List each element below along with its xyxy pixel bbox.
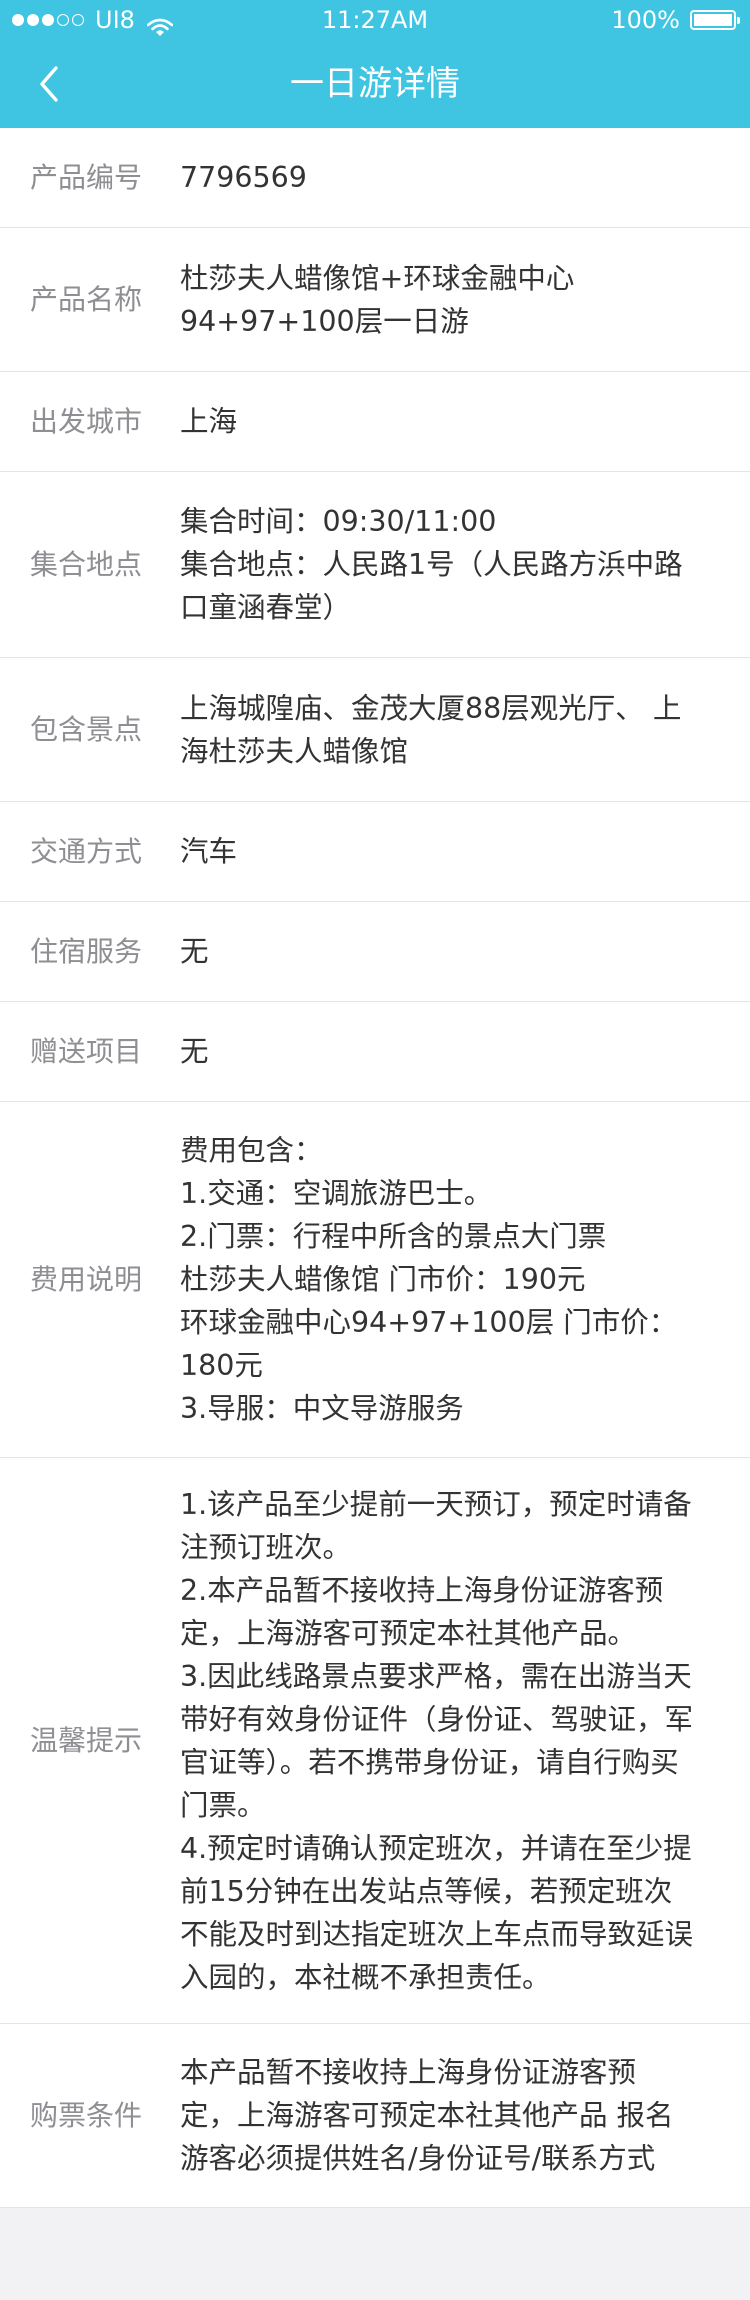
- detail-value: 杜莎夫人蜡像馆+环球金融中心 94+97+100层一日游: [180, 261, 575, 338]
- chevron-left-icon: [40, 66, 58, 102]
- detail-label: 费用说明: [30, 1263, 143, 1296]
- detail-value: 7796569: [180, 161, 307, 194]
- detail-value: 1.该产品至少提前一天预订，预定时请备 注预订班次。 2.本产品暂不接收持上海身…: [180, 1487, 694, 1994]
- detail-label: 交通方式: [30, 835, 143, 868]
- detail-value: 本产品暂不接收持上海身份证游客预 定，上海游客可预定本社其他产品 报名 游客必须…: [180, 2056, 674, 2175]
- status-bar: UI8 11:27AM 100%: [0, 0, 750, 40]
- back-button[interactable]: [20, 54, 80, 114]
- detail-label: 温馨提示: [30, 1724, 143, 1757]
- detail-row-fees: 费用说明 费用包含： 1.交通：空调旅游巴士。 2.门票：行程中所含的景点大门票…: [0, 1102, 750, 1458]
- battery-level-fill: [694, 14, 732, 26]
- detail-value: 汽车: [180, 835, 238, 868]
- detail-label: 出发城市: [30, 405, 143, 438]
- detail-value: 无: [180, 1035, 209, 1068]
- detail-row-product-name: 产品名称 杜莎夫人蜡像馆+环球金融中心 94+97+100层一日游: [0, 228, 750, 372]
- page-title: 一日游详情: [290, 64, 460, 104]
- detail-label: 住宿服务: [30, 935, 143, 968]
- detail-row-purchase-conditions: 购票条件 本产品暂不接收持上海身份证游客预 定，上海游客可预定本社其他产品 报名…: [0, 2024, 750, 2208]
- detail-value: 集合时间：09:30/11:00 集合地点：人民路1号（人民路方浜中路 口童涵春…: [180, 505, 683, 624]
- detail-row-gifts: 赠送项目 无: [0, 1002, 750, 1102]
- battery-icon: [690, 10, 740, 30]
- status-right: 100%: [611, 0, 740, 40]
- detail-label: 赠送项目: [30, 1035, 143, 1068]
- detail-label: 产品编号: [30, 161, 143, 194]
- detail-list: 产品编号 7796569 产品名称 杜莎夫人蜡像馆+环球金融中心 94+97+1…: [0, 128, 750, 2208]
- battery-percent: 100%: [611, 6, 680, 34]
- detail-value: 费用包含： 1.交通：空调旅游巴士。 2.门票：行程中所含的景点大门票 杜莎夫人…: [180, 1134, 678, 1425]
- detail-value: 无: [180, 935, 209, 968]
- app-header: UI8 11:27AM 100% 一日游详情: [0, 0, 750, 128]
- detail-row-accommodation: 住宿服务 无: [0, 902, 750, 1002]
- detail-row-meeting-point: 集合地点 集合时间：09:30/11:00 集合地点：人民路1号（人民路方浜中路…: [0, 472, 750, 658]
- detail-label: 包含景点: [30, 713, 143, 746]
- detail-label: 购票条件: [30, 2099, 143, 2132]
- detail-label: 产品名称: [30, 283, 143, 316]
- detail-row-attractions: 包含景点 上海城隍庙、金茂大厦88层观光厅、 上 海杜莎夫人蜡像馆: [0, 658, 750, 802]
- detail-row-tips: 温馨提示 1.该产品至少提前一天预订，预定时请备 注预订班次。 2.本产品暂不接…: [0, 1458, 750, 2024]
- detail-label: 集合地点: [30, 548, 143, 581]
- nav-bar: 一日游详情: [0, 40, 750, 128]
- detail-row-departure-city: 出发城市 上海: [0, 372, 750, 472]
- detail-row-transport: 交通方式 汽车: [0, 802, 750, 902]
- detail-value: 上海: [180, 405, 238, 438]
- detail-row-product-id: 产品编号 7796569: [0, 128, 750, 228]
- detail-value: 上海城隍庙、金茂大厦88层观光厅、 上 海杜莎夫人蜡像馆: [180, 691, 682, 768]
